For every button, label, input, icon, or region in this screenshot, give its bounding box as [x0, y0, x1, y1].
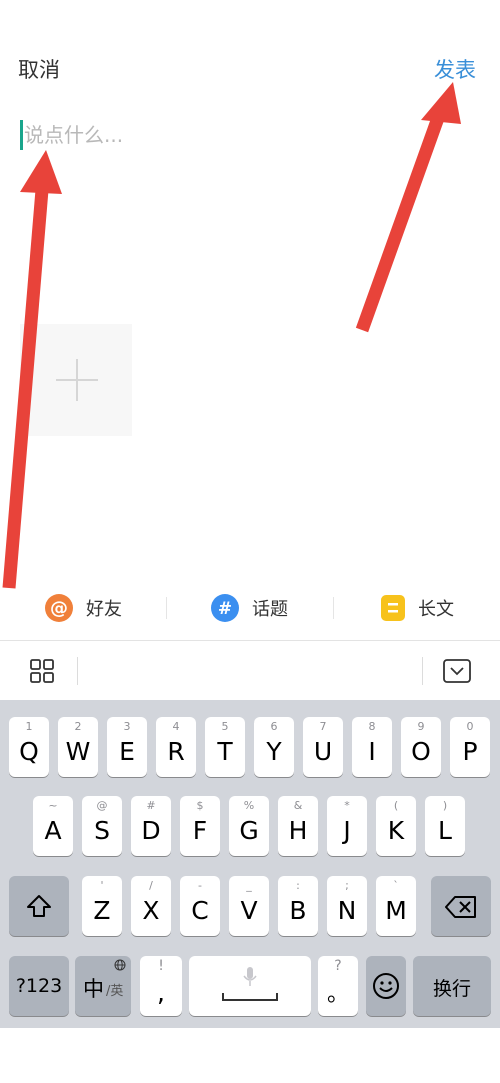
language-switch-key[interactable]: 中 /英 — [75, 956, 131, 1016]
key-t[interactable]: 5T — [205, 717, 245, 777]
key-h[interactable]: & H — [278, 796, 318, 856]
grid-icon[interactable] — [30, 659, 54, 683]
key-i[interactable]: 8I — [352, 717, 392, 777]
space-key[interactable] — [189, 956, 311, 1016]
text-caret — [20, 120, 23, 150]
return-key[interactable]: 换行 — [413, 956, 491, 1016]
comma-key[interactable]: ! , — [140, 956, 182, 1016]
add-photo-button[interactable] — [20, 324, 132, 436]
keyboard: 1Q 2W 3E 4R 5T 6Y 7U 8I 9O 0P ~ A @ S # D $… — [0, 700, 500, 1028]
emoji-icon — [373, 973, 399, 999]
backspace-key[interactable] — [431, 876, 491, 936]
backspace-icon — [445, 896, 476, 918]
key-o[interactable]: 9O — [401, 717, 441, 777]
numbers-key[interactable]: ?123 — [9, 956, 69, 1016]
post-text-input[interactable]: 说点什么... — [20, 118, 480, 158]
long-article-button[interactable]: 长文 — [380, 577, 454, 639]
topic-label: 话题 — [252, 599, 288, 620]
at-icon: @ — [45, 594, 73, 622]
key-y[interactable]: 6Y — [254, 717, 294, 777]
article-icon — [381, 595, 405, 621]
cancel-button[interactable]: 取消 — [18, 56, 60, 84]
key-z[interactable]: ' Z — [82, 876, 122, 936]
svg-text:@: @ — [50, 598, 68, 619]
long-article-label: 长文 — [418, 599, 454, 620]
key-u[interactable]: 7U — [303, 717, 343, 777]
divider — [166, 597, 167, 619]
key-l[interactable]: ) L — [425, 796, 465, 856]
shift-icon — [27, 895, 51, 917]
key-p[interactable]: 0P — [450, 717, 490, 777]
key-r[interactable]: 4R — [156, 717, 196, 777]
hide-keyboard-icon[interactable] — [443, 659, 471, 683]
key-m[interactable]: ` M — [376, 876, 416, 936]
period-key[interactable]: ? 。 — [318, 956, 358, 1016]
key-k[interactable]: (K — [376, 796, 416, 856]
key-q[interactable]: 1Q — [9, 717, 49, 777]
key-b[interactable]: :B — [278, 876, 318, 936]
bottom-safe-area — [0, 1028, 500, 1083]
microphone-icon — [243, 967, 257, 986]
svg-text:#: # — [218, 599, 232, 619]
key-f[interactable]: $ F — [180, 796, 220, 856]
topic-button[interactable]: # 话题 — [210, 577, 288, 639]
key-c[interactable]: -C — [180, 876, 220, 936]
key-w[interactable]: 2W — [58, 717, 98, 777]
divider — [77, 657, 78, 685]
key-s[interactable]: @ S — [82, 796, 122, 856]
key-a[interactable]: ~ A — [33, 796, 73, 856]
post-placeholder: 说点什么... — [24, 123, 124, 147]
hashtag-icon: # — [211, 594, 239, 622]
mention-friends-button[interactable]: @ 好友 — [44, 577, 122, 639]
divider — [422, 657, 423, 685]
divider — [333, 597, 334, 619]
key-n[interactable]: ; N — [327, 876, 367, 936]
mention-friends-label: 好友 — [86, 599, 122, 620]
emoji-key[interactable] — [366, 956, 406, 1016]
key-v[interactable]: _ V — [229, 876, 269, 936]
space-bar-icon — [222, 993, 278, 1001]
key-e[interactable]: 3E — [107, 717, 147, 777]
key-x[interactable]: / X — [131, 876, 171, 936]
key-g[interactable]: % G — [229, 796, 269, 856]
globe-icon — [114, 959, 126, 971]
post-shortcut-bar: @ 好友 # 话题 长文 — [0, 577, 500, 639]
shift-key[interactable] — [9, 876, 69, 936]
publish-button[interactable]: 发表 — [434, 56, 476, 84]
key-d[interactable]: # D — [131, 796, 171, 856]
keyboard-toolbar — [0, 640, 500, 701]
key-j[interactable]: * J — [327, 796, 367, 856]
